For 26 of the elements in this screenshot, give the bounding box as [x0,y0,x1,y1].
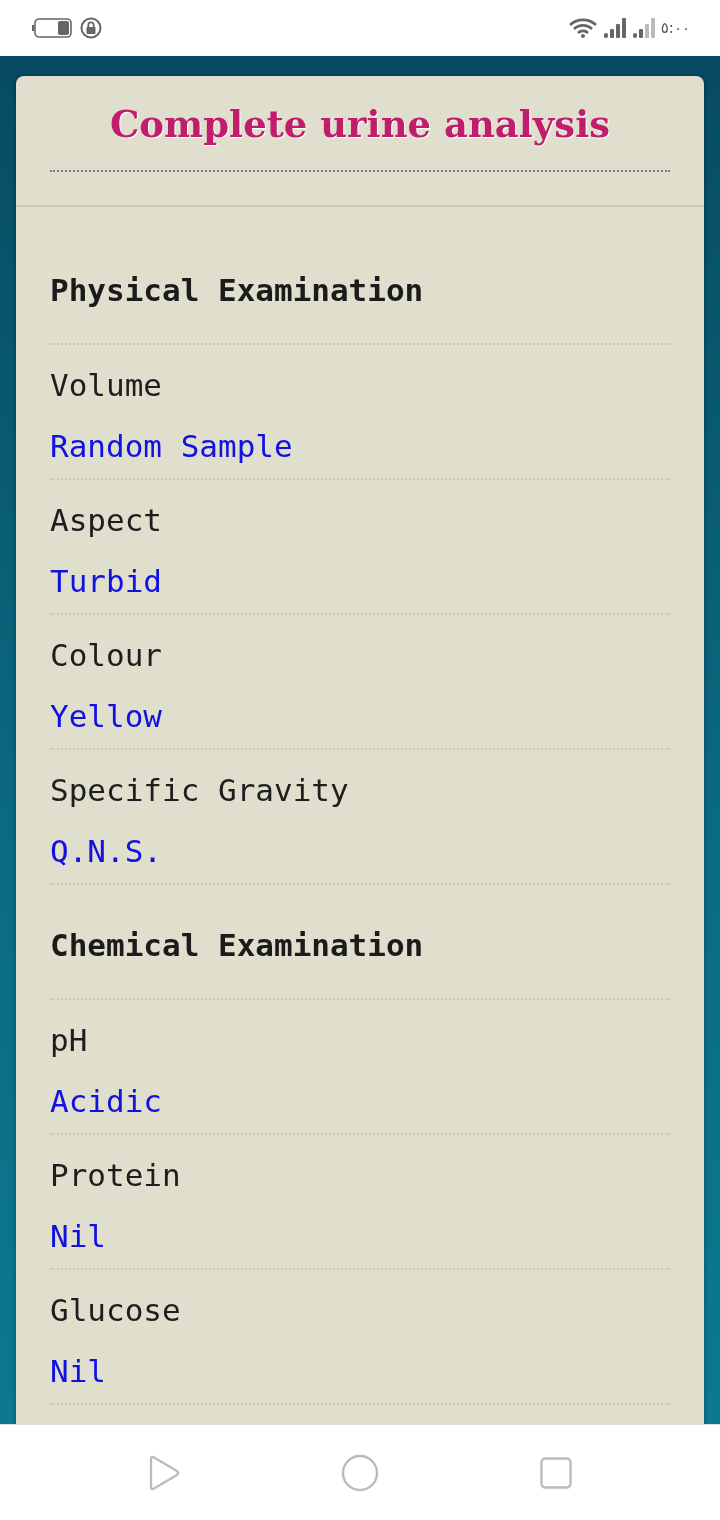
field-label: Aspect [50,501,163,540]
circle-icon [341,1453,379,1492]
field-value: Yellow [50,697,163,736]
field-value: Nil [50,1217,107,1256]
field-label: Colour [50,636,163,675]
field-value: Acidic [50,1082,163,1121]
field-label: Specific Gravity [50,771,350,810]
triangle-icon [148,1454,180,1491]
signal-icon [603,18,626,38]
field-label: Volume [50,366,163,405]
square-icon [540,1456,572,1489]
field-label: Protein [50,1156,182,1195]
signal-icon [632,18,655,38]
page-title: Complete urine analysis [50,98,670,172]
field-value: Random Sample [50,427,294,466]
status-time: ٥:٠٠ [660,18,690,38]
field-value: Turbid [50,562,163,601]
wifi-icon [568,18,597,38]
field-label: pH [50,1021,89,1060]
field-value: Q.N.S. [50,832,163,871]
section-heading: Physical Examination [50,230,670,345]
field-label: Glucose [50,1291,182,1330]
section-heading: Chemical Examination [50,885,670,1000]
field-value: Nil [50,1352,107,1391]
rotation-lock-icon [80,17,102,39]
battery-icon [32,18,72,38]
